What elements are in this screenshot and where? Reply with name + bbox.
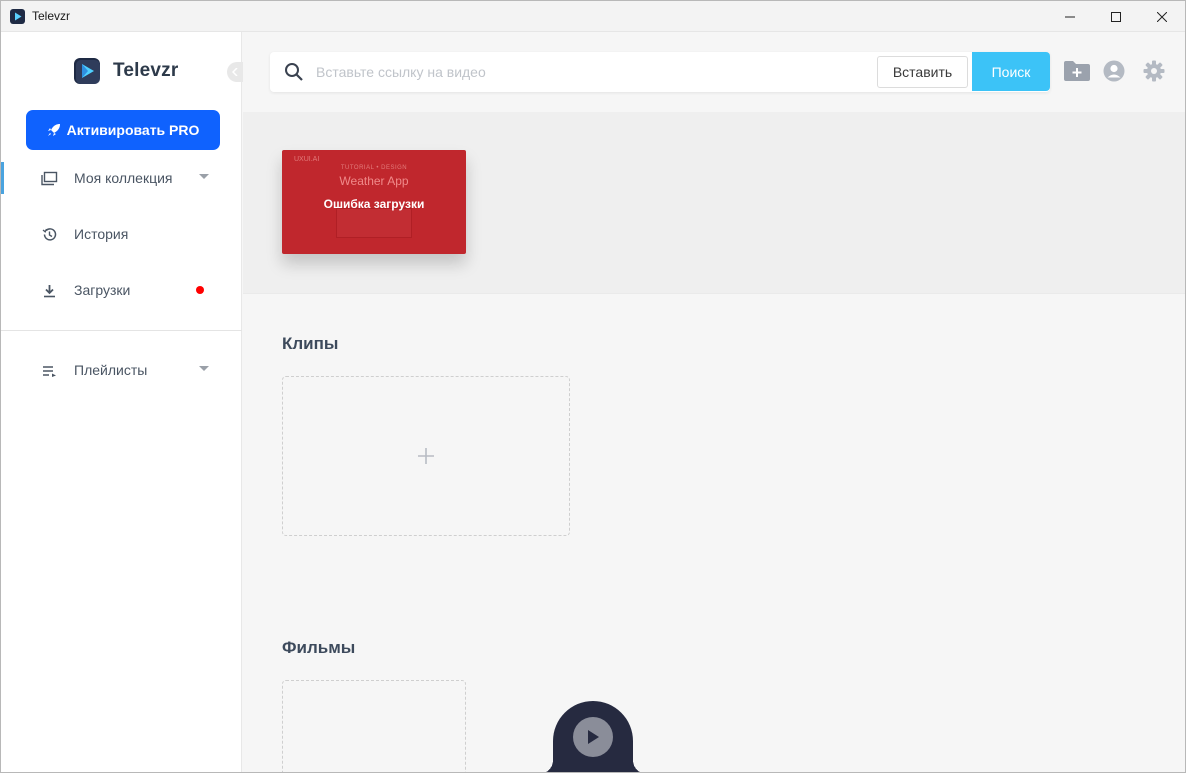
gear-icon [1143, 60, 1165, 82]
plus-icon [418, 448, 434, 464]
folder-add-icon [1064, 61, 1090, 81]
play-button[interactable] [573, 717, 613, 757]
recent-videos-band: UXUI.AI TUTORIAL • DESIGN Weather App Ош… [243, 112, 1185, 294]
chevron-down-icon[interactable] [199, 174, 209, 179]
thumbnail-title: Weather App [339, 174, 409, 188]
rocket-icon [47, 124, 60, 136]
sidebar-item-playlists[interactable]: Плейлисты [1, 350, 242, 390]
logo-icon [74, 58, 100, 84]
paste-button[interactable]: Вставить [877, 56, 968, 88]
download-error-text: Ошибка загрузки [323, 197, 425, 211]
close-button[interactable] [1139, 1, 1185, 32]
sidebar-item-label: Моя коллекция [74, 170, 173, 186]
sidebar-item-label: Плейлисты [74, 362, 148, 378]
sidebar-item-label: Загрузки [74, 282, 131, 298]
sidebar-item-label: История [74, 226, 129, 242]
activate-pro-button[interactable]: Активировать PRO [26, 110, 220, 150]
window-title: Televzr [32, 9, 71, 23]
app-window: Televzr Televzr Активировать PRO Моя кол… [0, 0, 1186, 773]
logo-text: Televzr [113, 60, 179, 81]
sidebar: Televzr Активировать PRO Моя коллекция И… [1, 32, 243, 772]
chevron-left-icon [232, 68, 238, 76]
minimize-icon [1065, 16, 1075, 17]
clips-section-title: Клипы [282, 334, 339, 353]
add-clip-tile[interactable] [282, 376, 570, 536]
thumbnail-caption-text: TUTORIAL • DESIGN [340, 165, 408, 171]
maximize-icon [1111, 11, 1121, 22]
search-button[interactable]: Поиск [972, 52, 1050, 91]
activate-pro-label: Активировать PRO [66, 122, 200, 138]
mini-player-tab[interactable] [539, 701, 647, 772]
search-input[interactable] [316, 52, 876, 92]
video-thumbnail-card[interactable]: UXUI.AI TUTORIAL • DESIGN Weather App Ош… [282, 150, 466, 254]
playlist-icon [41, 362, 58, 379]
logo[interactable]: Televzr [73, 57, 178, 85]
close-icon [1157, 11, 1167, 22]
add-movie-tile[interactable] [282, 680, 466, 772]
sidebar-item-collection[interactable]: Моя коллекция [1, 158, 242, 198]
notification-badge [196, 286, 204, 294]
collection-icon [41, 170, 58, 187]
top-bar: Вставить Поиск [243, 32, 1185, 112]
account-button[interactable] [1100, 59, 1128, 83]
sidebar-divider [1, 330, 242, 331]
movies-section-title: Фильмы [282, 638, 356, 657]
sidebar-item-downloads[interactable]: Загрузки [1, 270, 242, 310]
settings-button[interactable] [1140, 59, 1168, 83]
history-icon [41, 226, 58, 243]
thumbnail-preview-frame [336, 208, 412, 238]
maximize-button[interactable] [1093, 1, 1139, 32]
collapse-sidebar-button[interactable] [227, 62, 243, 82]
add-folder-button[interactable] [1063, 59, 1091, 83]
minimize-button[interactable] [1047, 1, 1093, 32]
app-icon [10, 9, 25, 24]
chevron-down-icon[interactable] [199, 366, 209, 371]
search-box: Вставить [270, 52, 1050, 92]
search-icon [285, 63, 303, 81]
download-icon [41, 282, 58, 299]
account-icon [1103, 60, 1125, 82]
sidebar-item-history[interactable]: История [1, 214, 242, 254]
thumbnail-brand-text: UXUI.AI [294, 156, 320, 163]
play-icon [588, 730, 599, 744]
title-bar: Televzr [1, 1, 1185, 32]
